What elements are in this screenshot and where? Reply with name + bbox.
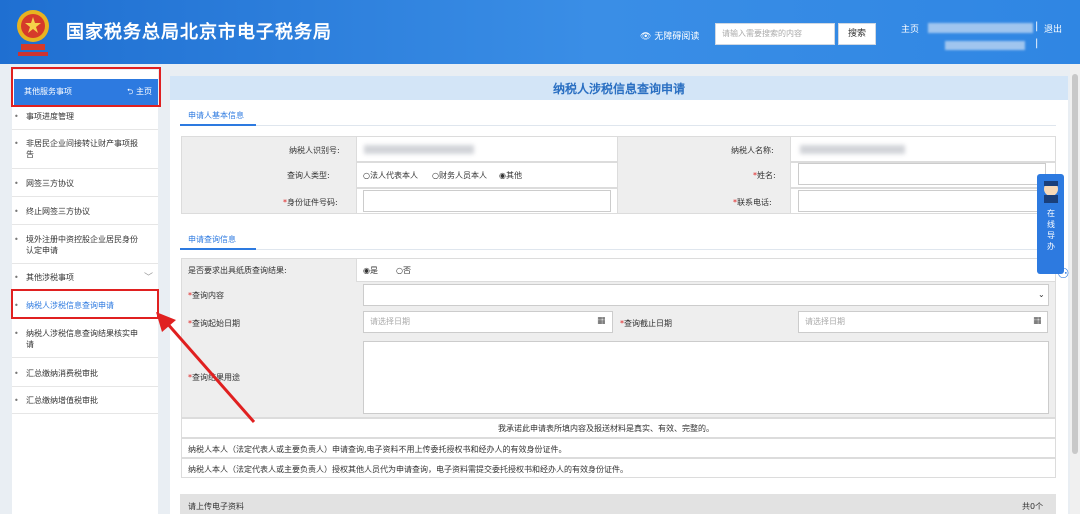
tab-query-info[interactable]: 申请查询信息 [188,234,236,245]
person-star-icon[interactable]: ⚇ [1057,266,1070,282]
query-content-select[interactable] [363,284,1049,306]
querier-radio-finance[interactable]: ○财务人员本人 [432,170,487,181]
commitment-text: 我承诺此申请表所填内容及报送材料是真实、有效、完整的。 [498,424,714,433]
sidebar-item[interactable]: 其他涉税事项 [12,272,142,283]
start-date-input[interactable]: 请选择日期 [363,311,613,333]
phone-label: *联系电话: [733,198,772,207]
online-help-widget[interactable]: 在线导办 [1037,174,1064,274]
paper-yes-radio[interactable]: ◉是 [363,265,378,276]
site-title: 国家税务总局北京市电子税务局 [66,22,332,43]
taxpayer-id-value [364,145,474,154]
end-date-input[interactable]: 请选择日期 [798,311,1048,333]
note-self-apply: 纳税人本人（法定代表人或主要负责人）申请查询,电子资料不用上传委托授权书和经办人… [188,445,567,454]
scroll-thumb[interactable] [1072,74,1078,454]
accessibility-label: 无障碍阅读 [654,32,700,42]
assistant-avatar-icon [1043,181,1058,203]
id-number-label: *身份证件号码: [283,198,338,207]
chevron-down-icon[interactable]: ﹀ [144,270,153,283]
online-help-label: 在线导办 [1047,209,1055,251]
sidebar-item[interactable]: 境外注册中资控股企业居民身份认定申请 [12,234,142,256]
search-button[interactable]: 搜索 [838,23,876,45]
top-header: 国家税务总局北京市电子税务局 👁 无障碍阅读 请输入需要搜索的内容 搜索 主页 … [0,0,1080,64]
end-date-label: *查询截止日期 [620,319,672,328]
scrollbar[interactable] [1070,64,1080,514]
annotation-arrow-icon [156,312,256,423]
querier-radio-other[interactable]: ◉其他 [499,170,522,181]
search-input[interactable]: 请输入需要搜索的内容 [715,23,835,45]
tab-basic-info[interactable]: 申请人基本信息 [188,110,244,121]
page-title: 纳税人涉税信息查询申请 [170,76,1068,100]
upload-section [180,494,1056,514]
querier-radio-legal[interactable]: ○法人代表本人 [363,170,418,181]
sidebar-item[interactable]: 纳税人涉税信息查询结果核实申请 [12,328,142,350]
eye-icon: 👁 [640,32,652,42]
separator: | [1035,21,1039,32]
paper-result-label: 是否要求出具纸质查询结果: [188,266,287,275]
calendar-icon[interactable]: ▦ [597,316,606,326]
separator: | [1035,38,1039,49]
name-input[interactable] [798,163,1046,185]
taxpayer-name-label: 纳税人名称: [731,146,774,155]
taxpayer-name-value [800,145,905,154]
logout-link[interactable]: 退出 [1044,22,1062,35]
highlight-box [11,289,159,319]
tax-emblem-icon [17,10,49,56]
paper-no-radio[interactable]: ○否 [396,265,411,276]
user-info-blurred [928,23,1033,33]
user-org-blurred [945,41,1025,50]
sidebar-item[interactable]: 事项进度管理 [12,111,142,122]
sidebar-item[interactable]: 汇总缴纳增值税审批 [12,395,142,406]
highlight-box [11,67,161,107]
id-number-input[interactable] [363,190,611,212]
taxpayer-id-label: 纳税人识别号: [289,146,340,155]
home-link[interactable]: 主页 [901,22,919,35]
calendar-icon[interactable]: ▦ [1033,316,1042,326]
query-content-label: *查询内容 [188,291,224,300]
note-authorized-apply: 纳税人本人（法定代表人或主要负责人）授权其他人员代为申请查询，电子资料需提交委托… [188,465,628,474]
querier-type-label: 查询人类型: [287,171,330,180]
sidebar-item[interactable]: 网签三方协议 [12,178,142,189]
sidebar-item[interactable]: 终止网签三方协议 [12,206,142,217]
upload-count: 共0个 [1022,502,1044,511]
upload-label: 请上传电子资料 [188,502,244,511]
chevron-down-icon[interactable]: ⌄ [1038,290,1045,299]
sidebar-item[interactable]: 汇总缴纳消费税审批 [12,368,142,379]
purpose-textarea[interactable] [363,341,1049,414]
accessibility-link[interactable]: 👁 无障碍阅读 [640,29,699,42]
sidebar-item[interactable]: 非居民企业间接转让财产事项报告 [12,138,142,160]
phone-input[interactable] [798,190,1046,212]
name-label: *姓名: [753,171,776,180]
